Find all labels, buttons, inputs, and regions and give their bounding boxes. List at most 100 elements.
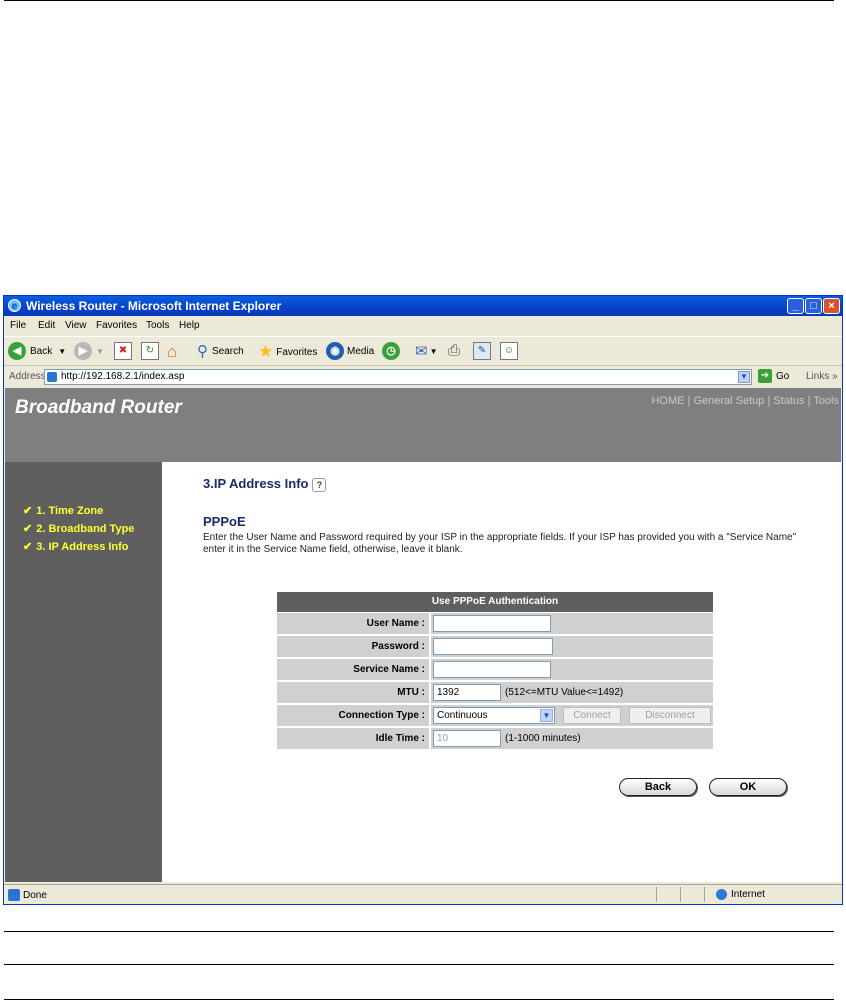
- wizard-sidebar: ✔ 1. Time Zone ✔ 2. Broadband Type ✔ 3. IP …: [5, 462, 162, 882]
- home-icon: ⌂: [167, 342, 178, 361]
- user-name-input[interactable]: [433, 615, 551, 632]
- web-page: Broadband Router HOME | General Setup | …: [5, 388, 841, 882]
- history-icon: ◷: [382, 342, 400, 360]
- zone-text: Internet: [731, 889, 765, 900]
- page-done-icon: [8, 889, 20, 901]
- media-icon: ◉: [326, 342, 344, 360]
- service-name-label: Service Name :: [277, 659, 429, 680]
- media-button[interactable]: ◉ Media: [326, 342, 374, 360]
- password-label: Password :: [277, 636, 429, 657]
- service-name-input[interactable]: [433, 661, 551, 678]
- go-arrow-icon: ➔: [758, 369, 772, 383]
- go-button[interactable]: ➔ Go: [758, 369, 789, 383]
- mail-icon: ✉: [415, 343, 428, 360]
- brand-title: Broadband Router: [15, 397, 182, 418]
- step-label: 2. Broadband Type: [36, 523, 135, 535]
- back-label: Back: [30, 345, 53, 357]
- forward-dropdown-icon: ▼: [96, 346, 104, 356]
- back-arrow-icon: ◀: [8, 342, 26, 360]
- favorites-button[interactable]: ★ Favorites: [258, 342, 317, 362]
- check-icon: ✔: [23, 541, 33, 553]
- ie-icon: e: [8, 299, 21, 312]
- print-icon: ⎙: [448, 342, 461, 359]
- mtu-input[interactable]: 1392: [433, 684, 501, 701]
- connect-button[interactable]: Connect: [563, 707, 621, 724]
- page-heading-text: 3.IP Address Info: [203, 476, 309, 491]
- menu-favorites[interactable]: Favorites: [96, 320, 137, 331]
- status-bar: Done Internet: [4, 884, 842, 904]
- menu-edit[interactable]: Edit: [38, 320, 55, 331]
- address-dropdown-icon[interactable]: ▼: [738, 371, 750, 383]
- check-icon: ✔: [23, 505, 33, 517]
- bottom-rule-1: [4, 931, 834, 932]
- password-input[interactable]: [433, 638, 553, 655]
- bottom-rule-2: [4, 964, 834, 965]
- user-name-cell: [431, 613, 713, 634]
- mail-button[interactable]: ✉ ▼: [415, 342, 438, 360]
- chevron-down-icon: ▼: [540, 709, 553, 722]
- home-button[interactable]: ⌂: [167, 342, 177, 362]
- search-icon: ⚲: [197, 343, 208, 360]
- mail-dropdown-icon: ▼: [429, 346, 438, 356]
- menu-tools[interactable]: Tools: [146, 320, 169, 331]
- address-input[interactable]: http://192.168.2.1/index.asp ▼: [44, 369, 752, 385]
- print-button[interactable]: ⎙: [448, 342, 460, 359]
- search-button[interactable]: ⚲ Search: [197, 342, 244, 360]
- main-content: 3.IP Address Info? PPPoE Enter the User …: [162, 462, 841, 882]
- top-nav[interactable]: HOME | General Setup | Status | Tools: [651, 395, 839, 407]
- address-label: Address: [9, 371, 46, 382]
- status-divider: [656, 887, 657, 902]
- idle-time-hint: (1-1000 minutes): [505, 733, 581, 744]
- menu-file[interactable]: File: [10, 320, 26, 331]
- back-button-page[interactable]: Back: [619, 778, 697, 796]
- user-name-label: User Name :: [277, 613, 429, 634]
- window-title: Wireless Router - Microsoft Internet Exp…: [26, 299, 282, 313]
- minimize-button[interactable]: _: [787, 298, 804, 314]
- step-label: 3. IP Address Info: [36, 541, 129, 553]
- connection-type-value: Continuous: [437, 710, 488, 721]
- step-label: 1. Time Zone: [36, 505, 104, 517]
- back-dropdown-icon: ▼: [58, 346, 67, 356]
- favorites-label: Favorites: [276, 346, 318, 358]
- section-description: Enter the User Name and Password require…: [203, 532, 797, 555]
- edit-button[interactable]: ✎: [473, 342, 491, 360]
- forward-arrow-icon: ▶: [74, 342, 92, 360]
- status-text: Done: [23, 889, 47, 901]
- idle-time-input[interactable]: 10: [433, 730, 501, 747]
- stop-button[interactable]: ✖: [114, 342, 132, 360]
- mtu-hint: (512<=MTU Value<=1492): [505, 687, 624, 698]
- messenger-button[interactable]: ☺: [500, 342, 518, 360]
- refresh-icon: ↻: [141, 342, 159, 360]
- standard-toolbar: ◀ Back ▼ ▶ ▼ ✖ ↻ ⌂ ⚲ Search ★ Favorites …: [4, 336, 842, 366]
- disconnect-button[interactable]: Disconnect: [629, 707, 711, 724]
- stop-icon: ✖: [114, 342, 132, 360]
- menu-view[interactable]: View: [65, 320, 87, 331]
- status-done: Done: [8, 889, 47, 901]
- links-button[interactable]: Links »: [806, 371, 838, 382]
- forward-button[interactable]: ▶ ▼: [74, 342, 104, 360]
- back-button[interactable]: ◀ Back ▼: [8, 342, 66, 360]
- menu-help[interactable]: Help: [179, 320, 200, 331]
- idle-time-label: Idle Time :: [277, 728, 429, 749]
- history-button[interactable]: ◷: [382, 342, 400, 360]
- edit-icon: ✎: [473, 342, 491, 360]
- sidebar-step-time-zone[interactable]: ✔ 1. Time Zone: [23, 504, 103, 517]
- star-icon: ★: [258, 342, 274, 361]
- top-rule: [4, 0, 834, 1]
- connection-type-select[interactable]: Continuous ▼: [433, 707, 555, 724]
- globe-icon: [716, 889, 727, 900]
- connection-type-label: Connection Type :: [277, 705, 429, 726]
- messenger-icon: ☺: [500, 342, 518, 360]
- sidebar-step-ip-address-info[interactable]: ✔ 3. IP Address Info: [23, 540, 129, 553]
- close-button[interactable]: ×: [823, 298, 840, 314]
- refresh-button[interactable]: ↻: [141, 342, 159, 360]
- maximize-button[interactable]: □: [805, 298, 822, 314]
- ok-button[interactable]: OK: [709, 778, 787, 796]
- sidebar-step-broadband-type[interactable]: ✔ 2. Broadband Type: [23, 522, 134, 535]
- user-name-row: User Name :: [277, 613, 713, 635]
- address-url: http://192.168.2.1/index.asp: [61, 371, 185, 382]
- help-icon[interactable]: ?: [312, 477, 327, 492]
- media-label: Media: [347, 345, 375, 357]
- service-name-row: Service Name :: [277, 659, 713, 681]
- title-bar[interactable]: e Wireless Router - Microsoft Internet E…: [4, 296, 842, 316]
